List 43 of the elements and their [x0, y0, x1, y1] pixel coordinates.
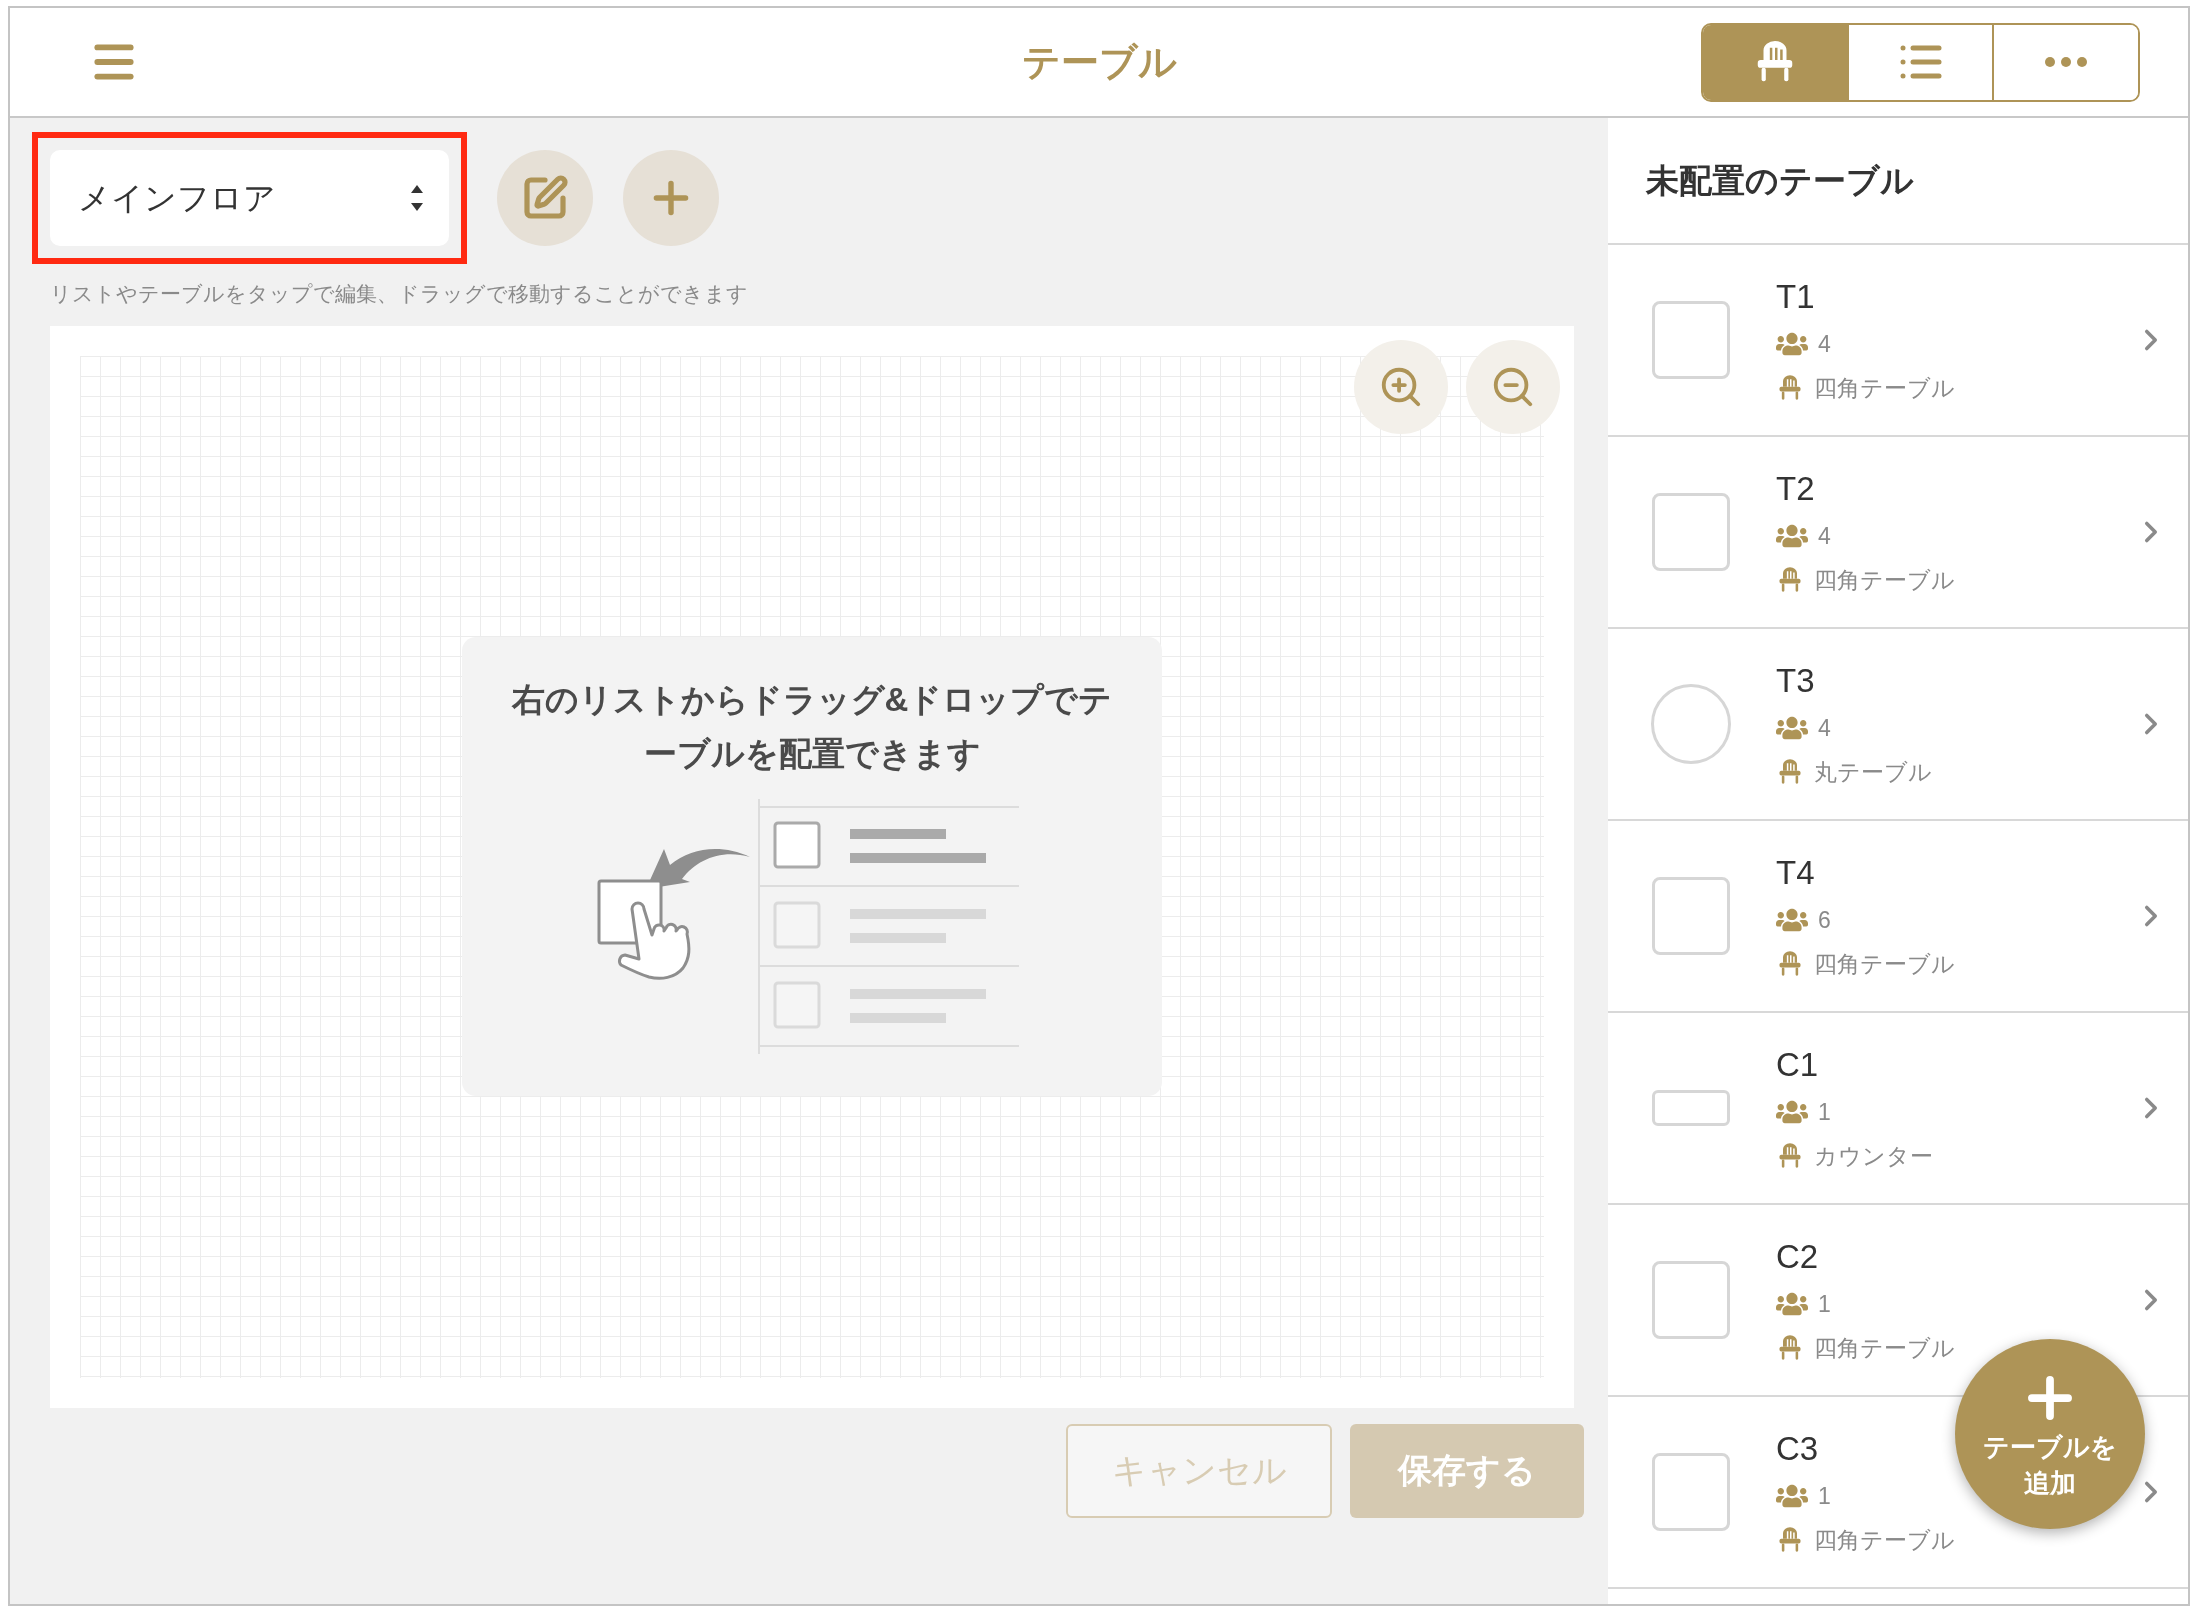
edit-icon: [521, 174, 569, 222]
people-icon: [1776, 330, 1808, 357]
hint-text: リストやテーブルをタップで編集、ドラッグで移動することができます: [50, 281, 749, 307]
seat-count: 1: [1818, 1097, 1831, 1127]
table-list-item[interactable]: T2 4 四角テーブル: [1608, 437, 2188, 629]
table-list-item[interactable]: T1 4 四角テーブル: [1608, 245, 2188, 437]
table-type: 四角テーブル: [1814, 374, 1955, 403]
people-icon: [1776, 522, 1808, 549]
view-tab[interactable]: [1703, 24, 1847, 100]
table-name: T1: [1776, 276, 1815, 317]
up-down-caret-icon: [409, 183, 425, 213]
people-icon: [1776, 714, 1808, 741]
table-name: T3: [1776, 660, 1815, 701]
table-name: C1: [1776, 1044, 1819, 1085]
people-icon: [1776, 1482, 1808, 1509]
people-icon: [1776, 1098, 1808, 1125]
table-name: T4: [1776, 852, 1815, 893]
seat-count: 1: [1818, 1481, 1831, 1511]
table-type: 丸テーブル: [1814, 758, 1932, 787]
seat-count: 4: [1818, 713, 1831, 743]
table-type: 四角テーブル: [1814, 950, 1955, 979]
seat-count: 1: [1818, 1289, 1831, 1319]
table-list-item[interactable]: C1 1 カウンター: [1608, 1013, 2188, 1205]
table-name: T2: [1776, 468, 1815, 509]
seat-count: 4: [1818, 521, 1831, 551]
seat-count: 4: [1818, 329, 1831, 359]
view-tab[interactable]: [1992, 24, 2138, 100]
table-type: カウンター: [1814, 1142, 1933, 1171]
people-icon: [1776, 1290, 1808, 1317]
table-list-item[interactable]: T3 4 丸テーブル: [1608, 629, 2188, 821]
table-name: C2: [1776, 1236, 1819, 1277]
page-title: テーブル: [1021, 39, 1177, 85]
seat-count: 6: [1818, 905, 1831, 935]
more-icon: [2045, 57, 2088, 67]
people-icon: [1776, 906, 1808, 933]
table-type: 四角テーブル: [1814, 1526, 1955, 1555]
table-type: 四角テーブル: [1814, 1334, 1955, 1363]
floor-select[interactable]: メインフロア: [50, 150, 449, 246]
panel-title: 未配置のテーブル: [1608, 118, 2188, 245]
empty-state-message: 右のリストからドラッグ&ドロップでテーブルを配置できます: [510, 680, 1114, 774]
table-type: 四角テーブル: [1814, 566, 1955, 595]
table-list-item[interactable]: T4 6 四角テーブル: [1608, 821, 2188, 1013]
table-name: C3: [1776, 1428, 1819, 1469]
